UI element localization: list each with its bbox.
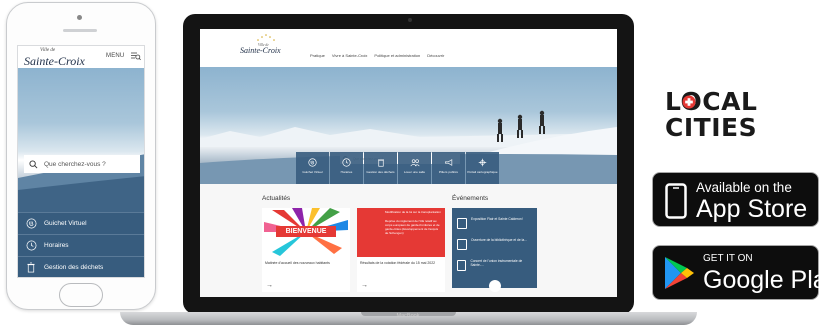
tile-portail-cartographique[interactable]: Portail cartographique — [466, 152, 499, 184]
nav-item-decouvrir[interactable]: Découvrir — [427, 53, 444, 58]
tile-label: Portail cartographique — [467, 170, 498, 174]
phone-logo[interactable]: Sainte-Croix — [24, 54, 85, 69]
tile-label: Horaires — [340, 170, 353, 174]
google-play-line-1: GET IT ON — [703, 253, 753, 264]
calendar-icon — [457, 260, 467, 271]
phone-home-button[interactable] — [59, 283, 103, 307]
phone-menu-item-label: Horaires — [44, 242, 69, 249]
news-card-text: Matinée d'accueil des nouveaux habitants — [265, 261, 330, 265]
search-icon — [29, 159, 38, 168]
arrow-right-icon[interactable]: → — [266, 282, 273, 289]
phone-search-bar[interactable]: Que cherchez-vous ? — [24, 155, 140, 173]
map-pin-icon — [478, 158, 487, 167]
nav-item-vivre[interactable]: Vivre à Sainte-Croix — [332, 53, 368, 58]
events-more-button[interactable] — [489, 280, 501, 292]
event-item[interactable]: Concert de l'union instrumentale de Sain… — [457, 258, 532, 278]
local-cities-line-2: CITIES — [665, 113, 758, 142]
event-item[interactable]: Ouverture de la bibliothèque et de la... — [457, 237, 532, 257]
news-card[interactable]: Modification de la loi sur la transplant… — [357, 208, 445, 292]
phone-search-placeholder: Que cherchez-vous ? — [44, 160, 106, 168]
site-content: Actualités Événements BIENVENUE Matinée … — [200, 184, 617, 297]
trash-icon — [24, 261, 38, 275]
arrow-right-icon[interactable]: → — [361, 282, 368, 289]
tile-piliers-publics[interactable]: Piliers publics — [432, 152, 465, 184]
nav-item-politique[interactable]: Politique et administration — [374, 53, 420, 58]
phone-menu-item-label: Gestion des déchets — [44, 264, 104, 271]
quick-access-tiles: Guichet Virtuel Horaires Gestion des déc… — [296, 152, 499, 184]
phone-menu-item-guichet[interactable]: Guichet Virtuel — [18, 212, 144, 234]
clock-icon — [24, 239, 38, 253]
event-text: Ouverture de la bibliothèque et de la... — [471, 238, 527, 242]
tile-label: Piliers publics — [439, 170, 458, 174]
phone-menu-item-label: Guichet Virtuel — [44, 220, 87, 227]
google-play-badge[interactable]: GET IT ON Google Play — [652, 245, 822, 300]
news-card-image: Modification de la loi sur la transplant… — [357, 208, 445, 257]
events-panel: Exposition Flair et Sainte Calderon! Ouv… — [452, 208, 537, 292]
tile-label: Louer une salle — [403, 170, 426, 174]
phone-menu-item-horaires[interactable]: Horaires — [18, 234, 144, 256]
vote-item-1: Modification de la loi sur la transplant… — [385, 210, 441, 214]
trash-icon — [377, 159, 384, 167]
event-item[interactable]: Exposition Flair et Sainte Calderon! — [457, 216, 532, 236]
news-card-text: Résultats de la votation fédérale du 15 … — [360, 261, 436, 265]
laptop-camera — [408, 18, 412, 22]
calendar-icon — [457, 239, 467, 250]
calendar-icon — [457, 218, 467, 229]
event-text: Concert de l'union instrumentale de Sain… — [470, 259, 523, 268]
app-store-line-2: App Store — [696, 195, 808, 223]
news-card-image: BIENVENUE — [262, 208, 350, 257]
phone-screen: Ville de Sainte-Croix MENU Que cherchez-… — [17, 45, 145, 278]
local-cities-line-1: LOCAL — [665, 87, 758, 116]
app-store-line-1: Available on the — [696, 180, 792, 195]
megaphone-icon — [444, 159, 452, 166]
phone-mockup: Ville de Sainte-Croix MENU Que cherchez-… — [6, 2, 156, 310]
hand-icon — [24, 217, 38, 231]
event-text: Exposition Flair et Sainte Calderon! — [471, 217, 523, 221]
phone-menu-label[interactable]: MENU — [106, 53, 124, 59]
bienvenue-banner: BIENVENUE — [276, 226, 336, 237]
news-card[interactable]: BIENVENUE Matinée d'accueil des nouveaux… — [262, 208, 350, 292]
tile-guichet-virtuel[interactable]: Guichet Virtuel — [296, 152, 329, 184]
site-nav: Pratique Vivre à Sainte-Croix Politique … — [310, 53, 444, 58]
phone-header: Ville de Sainte-Croix MENU — [18, 46, 144, 68]
menu-search-icon[interactable] — [131, 51, 141, 61]
tile-louer-salle[interactable]: Louer une salle — [398, 152, 431, 184]
tile-label: Guichet Virtuel — [302, 170, 323, 174]
google-play-icon — [665, 257, 694, 289]
phone-menu-item-dechets[interactable]: Gestion des déchets — [18, 256, 144, 277]
google-play-line-2: Google Play — [703, 266, 822, 294]
phone-camera — [77, 15, 82, 20]
site-header: Ville de Sainte-Croix Pratique Vivre à S… — [200, 29, 617, 60]
tile-horaires[interactable]: Horaires — [330, 152, 363, 184]
people-icon — [409, 159, 420, 167]
laptop-screen: Ville de Sainte-Croix Pratique Vivre à S… — [200, 29, 617, 297]
phone-speaker — [63, 29, 97, 32]
tile-gestion-dechets[interactable]: Gestion des déchets — [364, 152, 397, 184]
clock-icon — [342, 158, 351, 167]
news-section-title: Actualités — [262, 195, 291, 202]
app-store-badge[interactable]: Available on the App Store — [652, 172, 819, 227]
phone-logo-prefix: Ville de — [40, 48, 56, 53]
site-logo[interactable]: Sainte-Croix — [240, 46, 281, 55]
phone-hero-image: Que cherchez-vous ? — [18, 68, 144, 212]
swiss-cross-icon — [682, 95, 696, 109]
hand-icon — [308, 158, 317, 167]
local-cities-logo: LOCAL CITIES — [665, 87, 758, 142]
nav-item-pratique[interactable]: Pratique — [310, 53, 325, 58]
events-section-title: Événements — [452, 195, 489, 202]
snow-slope-image — [18, 154, 144, 212]
tile-label: Gestion des déchets — [366, 170, 395, 174]
vote-item-2: Reprise du règlement de l'UE relatif au … — [385, 218, 440, 235]
laptop-brand-label: MacBook — [396, 313, 420, 319]
phone-quick-menu: Guichet Virtuel Horaires Gestion des déc… — [18, 212, 144, 277]
smartphone-icon — [665, 183, 687, 219]
